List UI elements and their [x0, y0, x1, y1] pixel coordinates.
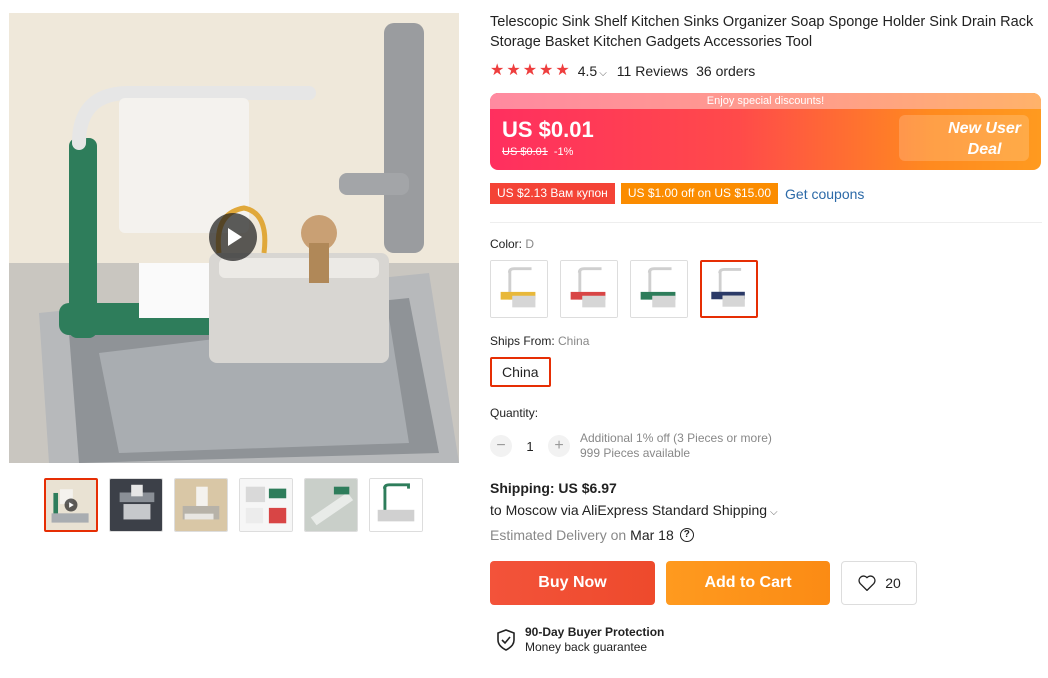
- shipping-destination: to Moscow via AliExpress Standard Shippi…: [490, 502, 768, 518]
- color-option-c[interactable]: [630, 260, 688, 318]
- new-user-line2: Deal: [967, 141, 1002, 158]
- rating-stars: ★ ★ ★ ★ ★: [490, 63, 570, 79]
- price-banner: Enjoy special discounts! US $0.01 US $0.…: [490, 93, 1041, 170]
- color-options: [490, 260, 1042, 318]
- new-user-deal-badge: New User Deal: [948, 118, 1021, 160]
- price-original: US $0.01 -1%: [502, 146, 573, 158]
- thumbnail-1[interactable]: [44, 478, 98, 532]
- old-price: US $0.01: [502, 146, 548, 158]
- discount-strip: Enjoy special discounts!: [490, 93, 1041, 109]
- rating-row: ★ ★ ★ ★ ★ 4.5 ⌵ 11 Reviews 36 orders: [490, 63, 1042, 80]
- shipping-method-selector[interactable]: to Moscow via AliExpress Standard Shippi…: [490, 502, 1042, 518]
- rating-value: 4.5: [577, 63, 598, 79]
- quantity-input[interactable]: 1: [512, 439, 548, 454]
- shield-check-icon: [497, 629, 515, 651]
- thumbnail-3[interactable]: [174, 478, 228, 532]
- discount-percent: -1%: [553, 146, 574, 158]
- protection-title: 90-Day Buyer Protection: [525, 625, 665, 639]
- star-icon: ★: [539, 62, 554, 79]
- get-coupons-link[interactable]: Get coupons: [785, 186, 864, 202]
- coupons-row: US $2.13 Вам купон US $1.00 off on US $1…: [490, 183, 1042, 204]
- protection-subtitle: Money back guarantee: [525, 640, 648, 654]
- help-icon[interactable]: ?: [679, 528, 694, 542]
- wishlist-button[interactable]: 20: [841, 561, 917, 605]
- rating-dropdown[interactable]: 4.5 ⌵: [578, 63, 607, 79]
- product-info: Telescopic Sink Shelf Kitchen Sinks Orga…: [490, 12, 1042, 655]
- heart-icon: [858, 575, 876, 592]
- pieces-available: 999 Pieces available: [580, 446, 691, 460]
- quantity-decrease-button[interactable]: −: [490, 435, 512, 457]
- star-icon: ★: [506, 62, 521, 79]
- add-to-cart-button[interactable]: Add to Cart: [666, 561, 830, 605]
- color-label: Color: D: [490, 237, 1042, 251]
- color-option-b[interactable]: [560, 260, 618, 318]
- thumbnail-2[interactable]: [109, 478, 163, 532]
- action-buttons: Buy Now Add to Cart 20: [490, 561, 1042, 605]
- reviews-link[interactable]: 11 Reviews: [617, 63, 688, 79]
- buy-now-button[interactable]: Buy Now: [490, 561, 655, 605]
- delivery-date: Mar 18: [630, 527, 674, 543]
- chevron-down-icon: ⌵: [770, 507, 778, 518]
- star-icon: ★: [522, 62, 538, 79]
- current-price: US $0.01: [502, 117, 594, 142]
- thumbnail-6[interactable]: [369, 478, 423, 532]
- quantity-stepper: − 1 + Additional 1% off (3 Pieces or mor…: [490, 431, 1042, 461]
- color-selected-value: D: [525, 237, 535, 251]
- buyer-protection: 90-Day Buyer Protection Money back guara…: [496, 625, 1042, 655]
- product-main-image[interactable]: [9, 13, 459, 463]
- ships-from-option-china[interactable]: China: [490, 357, 551, 387]
- orders-count: 36 orders: [696, 63, 756, 79]
- quantity-increase-button[interactable]: +: [548, 435, 570, 457]
- shipping-cost: Shipping: US $6.97: [490, 480, 617, 496]
- wishlist-count: 20: [885, 575, 901, 591]
- buyer-protection-text: 90-Day Buyer Protection Money back guara…: [525, 625, 664, 655]
- thumbnail-strip: [44, 478, 423, 532]
- ships-from-label: Ships From: China: [490, 334, 1042, 348]
- color-option-a[interactable]: [490, 260, 548, 318]
- thumbnail-5[interactable]: [304, 478, 358, 532]
- star-icon: ★: [555, 62, 570, 79]
- color-option-d[interactable]: [700, 260, 758, 318]
- play-video-button[interactable]: [209, 213, 257, 261]
- divider: [490, 222, 1042, 223]
- coupon-badge-2[interactable]: US $1.00 off on US $15.00: [620, 183, 779, 204]
- color-label-text: Color:: [490, 237, 526, 251]
- ships-from-selected: China: [558, 334, 590, 348]
- star-icon: ★: [490, 62, 505, 79]
- bulk-discount-note: Additional 1% off (3 Pieces or more): [580, 431, 772, 445]
- chevron-down-icon: ⌵: [599, 68, 607, 79]
- quantity-info: Additional 1% off (3 Pieces or more) 999…: [580, 431, 772, 461]
- ships-from-label-text: Ships From:: [490, 334, 559, 348]
- delivery-label: Estimated Delivery on: [490, 527, 627, 543]
- thumbnail-4[interactable]: [239, 478, 293, 532]
- new-user-line1: New User: [948, 120, 1021, 137]
- play-icon: [228, 228, 242, 246]
- product-title: Telescopic Sink Shelf Kitchen Sinks Orga…: [490, 14, 1034, 50]
- quantity-label: Quantity:: [490, 406, 539, 420]
- coupon-badge-1[interactable]: US $2.13 Вам купон: [490, 183, 615, 204]
- estimated-delivery: Estimated Delivery on Mar 18 ?: [490, 527, 1042, 543]
